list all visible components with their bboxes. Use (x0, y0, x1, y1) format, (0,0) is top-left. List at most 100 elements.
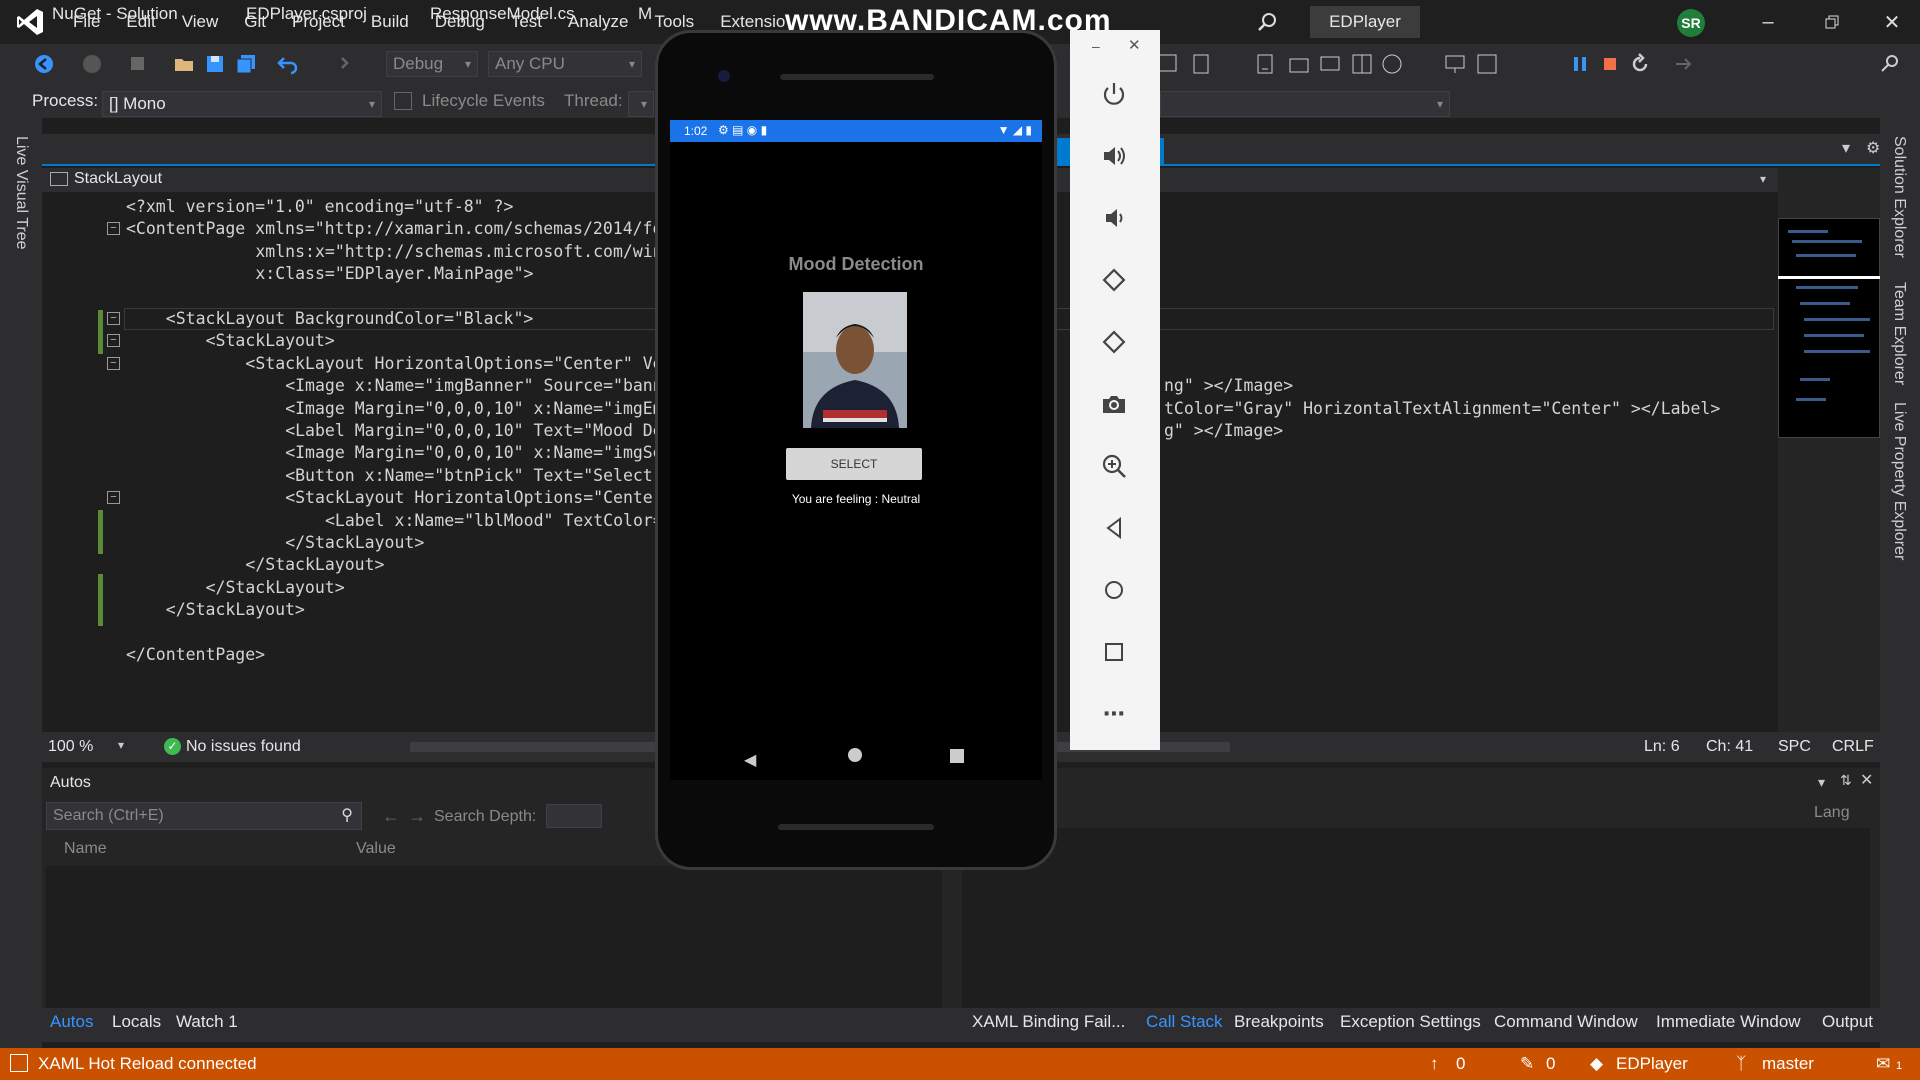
code-line[interactable]: xmlns:x="http://schemas.microsoft.com/wi… (255, 241, 655, 263)
tab-edplayer-csproj[interactable]: EDPlayer.csproj (246, 4, 367, 24)
select-button[interactable]: SELECT (786, 448, 922, 480)
zoom-in-icon[interactable] (1092, 444, 1136, 488)
process-select[interactable]: [] Mono (102, 91, 382, 117)
bottom-tab-locals[interactable]: Locals (112, 1012, 161, 1032)
indent-mode[interactable]: SPC (1778, 738, 1811, 756)
save-all-icon[interactable] (234, 52, 258, 76)
issues-status[interactable]: No issues found (186, 738, 301, 756)
configuration-select[interactable]: Debug (386, 51, 478, 77)
forward-arrow-icon[interactable]: → (408, 806, 426, 827)
search-depth-select[interactable] (546, 804, 602, 828)
up-arrow-icon[interactable]: ↑ (1430, 1054, 1439, 1074)
code-line[interactable]: <StackLayout> (206, 330, 655, 352)
call-stack-grid[interactable] (966, 828, 1870, 1010)
stop-icon[interactable] (1598, 52, 1622, 76)
toolbar-monitor-icon[interactable] (1443, 52, 1467, 76)
branch-name[interactable]: master (1762, 1054, 1814, 1074)
panel-close-icon[interactable]: ✕ (1860, 770, 1873, 790)
toolbar-page-icon[interactable] (1189, 52, 1213, 76)
code-line[interactable]: <Image Margin="0,0,0,10" x:Name="imgEm (285, 398, 655, 420)
emulator-minimize-icon[interactable]: – (1092, 38, 1100, 54)
code-line[interactable]: <Image Margin="0,0,0,10" x:Name="imgSe (285, 442, 655, 464)
status-message[interactable]: XAML Hot Reload connected (38, 1054, 257, 1074)
code-line-continuation[interactable]: g" ></Image> (1164, 420, 1283, 442)
fold-toggle-icon[interactable]: − (107, 491, 120, 505)
volume-up-icon[interactable] (1092, 134, 1136, 178)
column-lang-header[interactable]: Lang (1814, 804, 1850, 822)
autos-grid[interactable] (46, 866, 942, 1010)
android-back-icon[interactable]: ◀ (744, 750, 756, 770)
toolbar-camera-icon[interactable] (1287, 52, 1311, 76)
fold-toggle-icon[interactable]: − (107, 356, 120, 370)
code-line[interactable]: <?xml version="1.0" encoding="utf-8" ?> (126, 196, 655, 218)
changes-count[interactable]: 0 (1546, 1054, 1555, 1074)
code-line[interactable]: </StackLayout> (285, 532, 655, 554)
code-line[interactable]: <StackLayout HorizontalOptions="Center" … (245, 353, 655, 375)
android-home-icon[interactable] (848, 748, 862, 762)
fold-toggle-icon[interactable]: − (107, 312, 120, 325)
redo-icon[interactable] (326, 52, 350, 76)
tab-nuget-solution[interactable]: NuGet - Solution (52, 4, 178, 24)
column-name-header[interactable]: Name (64, 840, 107, 858)
visual-studio-logo-icon[interactable] (0, 0, 60, 44)
panel-menu-icon[interactable]: ▾ (1818, 774, 1825, 791)
code-line[interactable] (126, 286, 655, 308)
forward-nav-icon[interactable] (80, 52, 104, 76)
bottom-tab-breakpoints[interactable]: Breakpoints (1234, 1012, 1324, 1032)
undo-icon[interactable] (276, 52, 300, 76)
notification-icon[interactable]: ✉ (1876, 1054, 1890, 1074)
emulator-close-icon[interactable]: ✕ (1128, 36, 1141, 54)
code-line[interactable]: x:Class="EDPlayer.MainPage"> (255, 263, 655, 285)
code-line[interactable]: <Label x:Name="lblMood" TextColor= (325, 510, 655, 532)
code-minimap[interactable] (1778, 168, 1880, 732)
search-icon[interactable]: ⚲ (341, 805, 353, 825)
code-line-continuation[interactable]: tColor="Gray" HorizontalTextAlignment="C… (1164, 398, 1720, 420)
close-icon[interactable]: ✕ (1864, 0, 1920, 44)
code-line[interactable]: </StackLayout> (245, 554, 655, 576)
navbar-element-label[interactable]: StackLayout (74, 170, 162, 188)
feedback-icon[interactable] (1878, 52, 1902, 76)
back-nav-icon[interactable] (32, 52, 56, 76)
toolbar-globe-icon[interactable] (1380, 52, 1404, 76)
code-line[interactable]: </StackLayout> (166, 599, 655, 621)
code-line[interactable]: </StackLayout> (206, 577, 655, 599)
pencil-icon[interactable]: ✎ (1520, 1054, 1534, 1074)
rotate-left-icon[interactable] (1092, 258, 1136, 302)
lifecycle-events-label[interactable]: Lifecycle Events (422, 91, 545, 111)
bottom-tab-watch-1[interactable]: Watch 1 (176, 1012, 238, 1032)
toolbar-split-icon[interactable] (1475, 52, 1499, 76)
column-value-header[interactable]: Value (356, 840, 396, 858)
code-line-continuation[interactable]: ng" ></Image> (1164, 375, 1293, 397)
tab-mainpage[interactable]: M (638, 4, 652, 24)
back-arrow-icon[interactable]: ← (382, 806, 400, 827)
toolbar-grid-icon[interactable] (1350, 52, 1374, 76)
search-icon[interactable] (1250, 8, 1284, 36)
live-visual-tree-tab[interactable]: Live Visual Tree (12, 136, 30, 250)
line-ending[interactable]: CRLF (1832, 738, 1874, 756)
tab-overflow-icon[interactable]: ▾ (1842, 138, 1850, 158)
thread-select[interactable] (628, 91, 654, 117)
emulator-back-icon[interactable] (1092, 506, 1136, 550)
android-recents-icon[interactable] (950, 749, 964, 763)
menu-item-view[interactable]: View (169, 0, 232, 44)
bottom-tab-command-window[interactable]: Command Window (1494, 1012, 1638, 1032)
platform-select[interactable]: Any CPU (488, 51, 642, 77)
user-avatar[interactable]: SR (1677, 9, 1705, 37)
bottom-tab-autos[interactable]: Autos (50, 1012, 93, 1032)
toolbar-screen-icon[interactable] (1318, 52, 1342, 76)
fold-toggle-icon[interactable]: − (107, 222, 120, 236)
code-line[interactable]: </ContentPage> (126, 644, 655, 666)
new-project-icon[interactable] (126, 52, 150, 76)
code-line[interactable]: <Label Margin="0,0,0,10" Text="Mood De (285, 420, 655, 442)
minimize-icon[interactable]: – (1736, 0, 1800, 44)
zoom-dropdown-icon[interactable]: ▾ (118, 738, 124, 752)
bottom-tab-call-stack[interactable]: Call Stack (1146, 1012, 1223, 1032)
more-options-icon[interactable]: ⋯ (1092, 692, 1136, 736)
notification-count[interactable]: 1 (1896, 1060, 1902, 1072)
team-explorer-tab[interactable]: Team Explorer (1890, 282, 1908, 385)
rotate-right-icon[interactable] (1092, 320, 1136, 364)
live-property-explorer-tab[interactable]: Live Property Explorer (1890, 402, 1908, 560)
code-line[interactable] (126, 622, 655, 644)
repo-icon[interactable]: ◆ (1590, 1054, 1603, 1074)
code-line[interactable]: <Button x:Name="btnPick" Text="Select" (285, 465, 655, 487)
